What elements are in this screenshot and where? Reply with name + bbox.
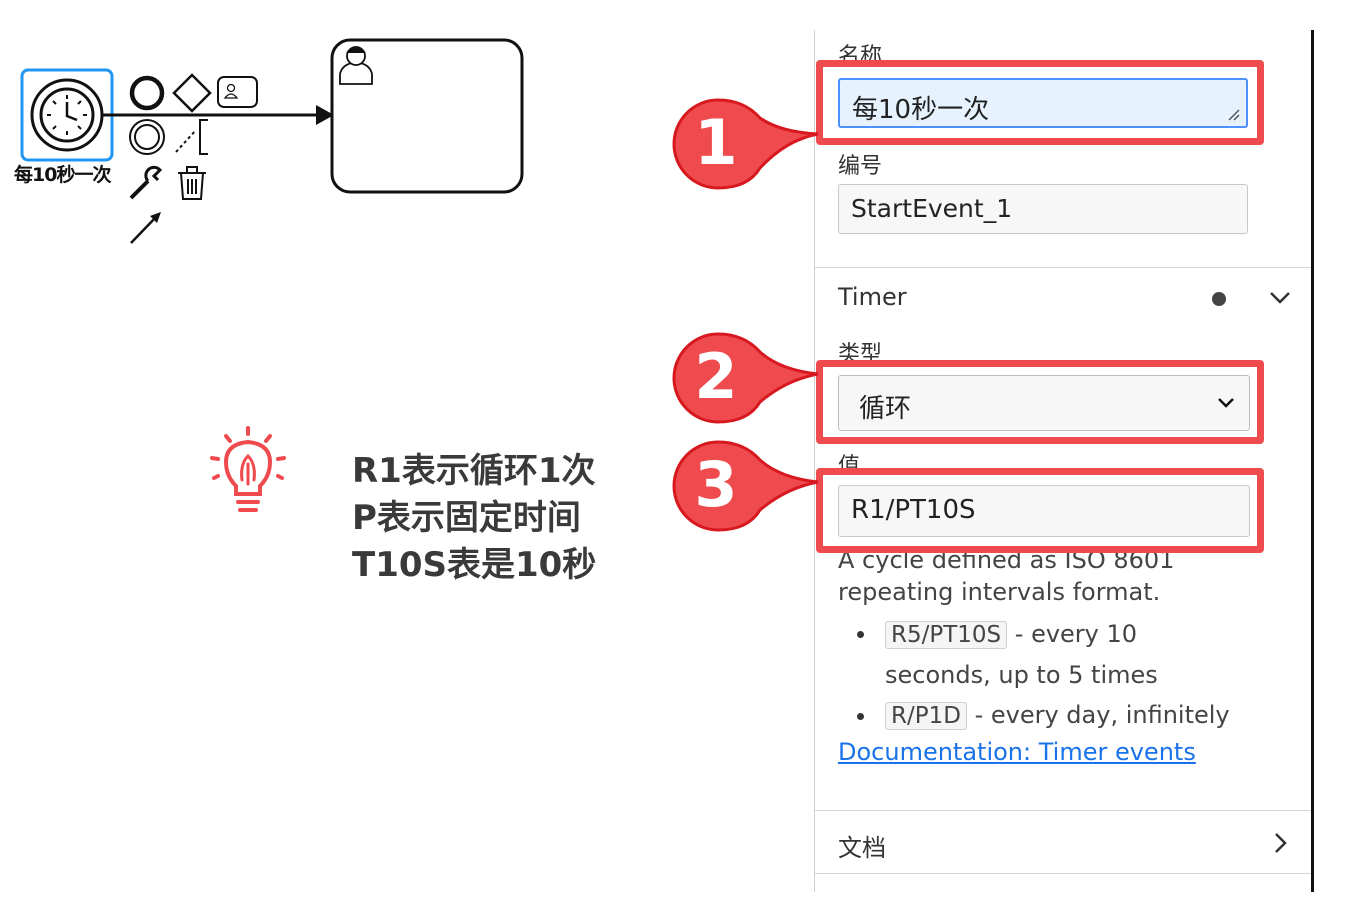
append-gateway-icon[interactable] xyxy=(172,73,212,113)
connect-arrow-icon[interactable] xyxy=(130,212,161,244)
tip-line-2: P表示固定时间 xyxy=(352,498,581,538)
example-1-code: R5/PT10S xyxy=(885,621,1008,649)
callout-3-number: 3 xyxy=(694,448,737,521)
description-line-2: repeating intervals format. xyxy=(838,578,1161,606)
callout-badge-3: 3 xyxy=(672,440,819,532)
id-field[interactable]: StartEvent_1 xyxy=(838,184,1248,234)
divider xyxy=(815,810,1311,811)
callout-2-number: 2 xyxy=(694,340,737,413)
text-annotation-icon[interactable] xyxy=(175,119,208,155)
example-1-text-a: - every 10 xyxy=(1007,620,1138,648)
example-2-code: R/P1D xyxy=(885,702,967,730)
lightbulb-icon xyxy=(210,426,286,512)
example-1: R5/PT10S - every 10 seconds, up to 5 tim… xyxy=(885,614,1245,695)
bullet-dot xyxy=(857,713,864,720)
id-label: 编号 xyxy=(838,154,883,179)
timer-group-title[interactable]: Timer xyxy=(838,283,907,311)
divider xyxy=(815,267,1311,268)
example-2: R/P1D - every day, infinitely xyxy=(885,695,1305,736)
tip-line-1: R1表示循环1次 xyxy=(352,451,596,491)
append-intermediate-event-icon[interactable] xyxy=(129,119,165,155)
chevron-down-icon[interactable] xyxy=(1269,290,1291,306)
properties-panel: 名称 每10秒一次 编号 StartEvent_1 Timer 类型 循环 值 … xyxy=(814,30,1314,892)
callout-badge-1: 1 xyxy=(672,98,819,190)
description: A cycle defined as ISO 8601 repeating in… xyxy=(838,544,1278,608)
wrench-icon[interactable] xyxy=(129,165,163,200)
chevron-right-icon[interactable] xyxy=(1273,832,1287,854)
highlight-box-3 xyxy=(816,468,1264,553)
example-1-text-b: seconds, up to 5 times xyxy=(885,661,1158,689)
tip-line-3: T10S表是10秒 xyxy=(352,545,597,585)
documentation-link[interactable]: Documentation: Timer events xyxy=(838,738,1196,766)
trash-icon[interactable] xyxy=(178,166,206,200)
bullet-dot xyxy=(857,631,864,638)
start-event-label[interactable]: 每10秒一次 xyxy=(14,160,126,187)
timer-start-event[interactable] xyxy=(30,78,104,152)
sequence-flow[interactable] xyxy=(102,105,334,125)
append-task-icon[interactable] xyxy=(217,76,258,108)
highlight-box-2 xyxy=(816,360,1264,444)
append-end-event-icon[interactable] xyxy=(129,75,165,111)
group-status-dot xyxy=(1212,292,1226,306)
example-2-text: - every day, infinitely xyxy=(966,701,1230,729)
docs-group-title[interactable]: 文档 xyxy=(838,828,886,863)
tip-text: R1表示循环1次 P表示固定时间 T10S表是10秒 xyxy=(352,448,596,589)
highlight-box-1 xyxy=(816,60,1264,145)
callout-badge-2: 2 xyxy=(672,332,819,424)
divider xyxy=(815,873,1311,874)
user-task[interactable] xyxy=(330,38,524,194)
id-field-value: StartEvent_1 xyxy=(851,194,1013,223)
callout-1-number: 1 xyxy=(694,106,737,179)
